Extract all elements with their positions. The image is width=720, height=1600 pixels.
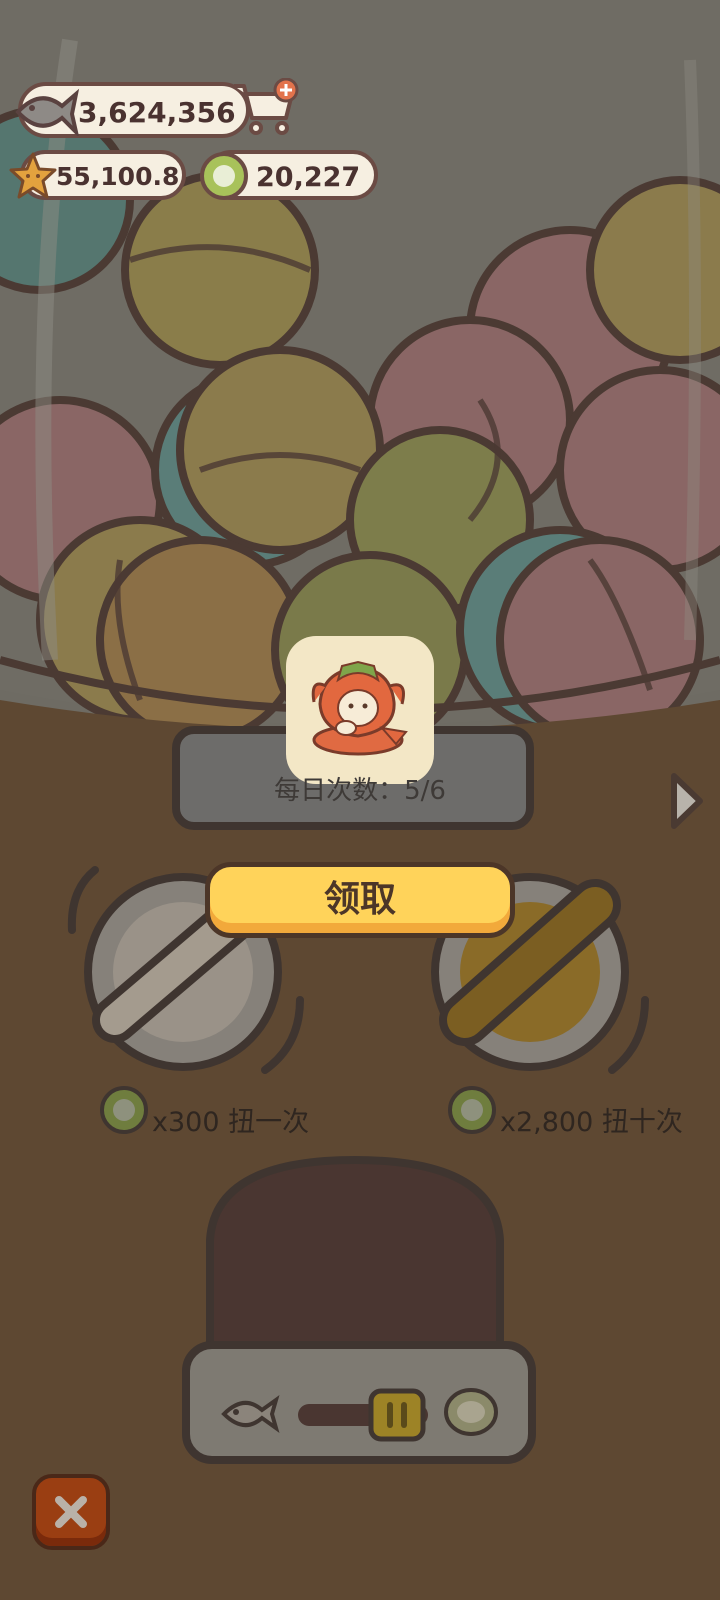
strawberry-bunny-figure: [311, 660, 408, 756]
green-coin-icon: [446, 1084, 498, 1140]
star-icon: [8, 152, 58, 204]
close-icon: [55, 1496, 87, 1528]
star-currency-value: 55,100.8: [56, 162, 180, 191]
daily-count-label: 每日次数：5/6: [274, 776, 446, 806]
fish-icon: [10, 84, 80, 140]
green-coin-icon: [442, 1386, 500, 1442]
close-button[interactable]: [32, 1474, 110, 1550]
cart-add-icon[interactable]: [230, 77, 302, 144]
claim-button[interactable]: 领取: [205, 862, 515, 938]
coin-currency-value: 20,227: [256, 162, 361, 193]
next-arrow-icon[interactable]: [666, 770, 706, 836]
fish-currency-value: 3,624,356: [78, 96, 236, 129]
green-coin-icon: [198, 150, 250, 206]
pause-handle-icon[interactable]: [368, 1388, 426, 1446]
reward-card: [286, 636, 434, 784]
green-coin-icon: [98, 1084, 150, 1140]
ten-draw-cost[interactable]: x2,800 扭十次: [500, 1100, 683, 1139]
fish-icon: [218, 1392, 280, 1440]
single-draw-cost[interactable]: x300 扭一次: [152, 1100, 309, 1139]
